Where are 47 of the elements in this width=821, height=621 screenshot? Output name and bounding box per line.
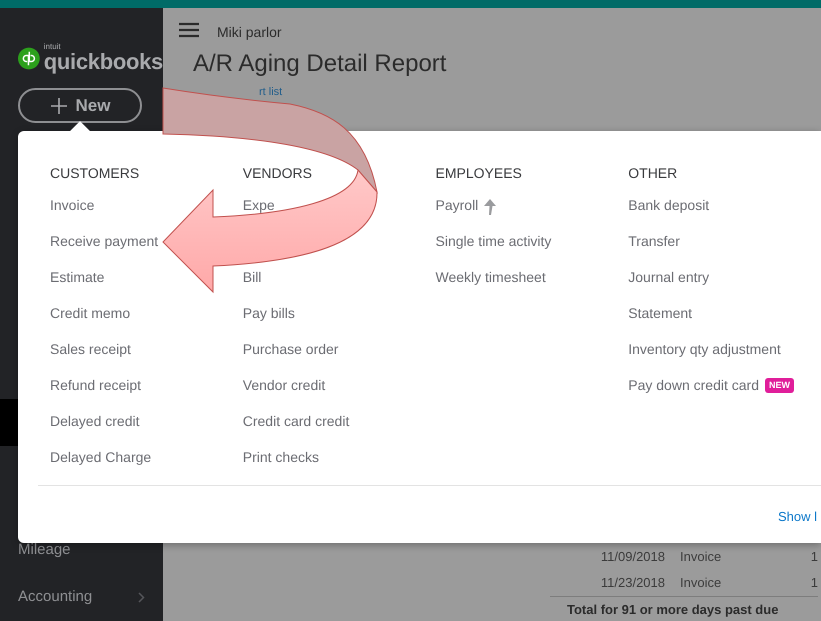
up-arrow-icon xyxy=(484,199,496,215)
menu-item[interactable]: Delayed credit xyxy=(50,414,140,429)
menu-item[interactable]: Vendor credit xyxy=(242,378,326,393)
menu-icon[interactable] xyxy=(179,22,199,38)
menu-item[interactable]: Credit memo xyxy=(50,306,130,321)
table-cell-text: 1 xyxy=(810,574,818,592)
menu-heading: CUSTOMERS xyxy=(50,164,140,183)
table-cell-text: 11/23/2018 xyxy=(600,574,665,592)
menu-item[interactable]: Payroll xyxy=(436,198,478,213)
new-badge: NEW xyxy=(764,378,794,393)
brand-text: intuit xyxy=(44,43,62,51)
menu-item[interactable]: Expe xyxy=(242,198,275,213)
sidebar-item[interactable]: Accounting xyxy=(0,574,163,621)
table-cell-text: Invoice xyxy=(679,574,722,592)
company-name: Miki parlor xyxy=(217,23,282,42)
menu-item[interactable]: Bank deposit xyxy=(628,198,710,213)
menu-item[interactable]: Pay down credit card xyxy=(628,378,759,393)
menu-item[interactable]: Weekly timesheet xyxy=(436,270,546,285)
table-cell-text: 11/09/2018 xyxy=(600,548,665,566)
menu-item[interactable]: Purchase order xyxy=(242,342,338,357)
menu-item[interactable]: Single time activity xyxy=(436,234,552,249)
menu-item[interactable]: Inventory qty adjustment xyxy=(628,342,781,357)
menu-heading: VENDORS xyxy=(242,164,313,183)
menu-item[interactable]: Delayed Charge xyxy=(50,450,152,465)
new-button[interactable]: New xyxy=(18,88,142,123)
report-title: A/R Aging Detail Report xyxy=(193,50,448,79)
logo-text: quickbooks xyxy=(44,51,163,73)
menu-item[interactable]: Credit card credit xyxy=(242,414,350,429)
menu-heading: OTHER xyxy=(628,164,678,183)
menu-item[interactable]: Invoice xyxy=(50,198,94,213)
table-cell-text: Invoice xyxy=(679,548,722,566)
logo-icon xyxy=(18,46,40,70)
menu-item[interactable]: Pay bills xyxy=(242,306,295,321)
show-less-link[interactable]: Show l xyxy=(778,507,817,526)
menu-item[interactable]: Refund receipt xyxy=(50,378,142,393)
menu-item[interactable]: Receive payment xyxy=(50,234,158,249)
plus-icon xyxy=(50,96,68,114)
menu-item[interactable]: Statement xyxy=(628,306,692,321)
menu-item[interactable]: Sales receipt xyxy=(50,342,131,357)
table-cell-text: 1 xyxy=(810,548,818,566)
menu-heading: EMPLOYEES xyxy=(436,164,523,183)
menu-item[interactable]: Transfer xyxy=(628,234,680,249)
total-label: Total for 91 or more days past due xyxy=(567,602,778,617)
menu-item[interactable]: Print checks xyxy=(242,450,319,465)
menu-item[interactable]: Estimate xyxy=(50,270,104,285)
menu-item[interactable]: Journal entry xyxy=(628,270,710,285)
menu-item[interactable]: Bill xyxy=(242,270,262,285)
